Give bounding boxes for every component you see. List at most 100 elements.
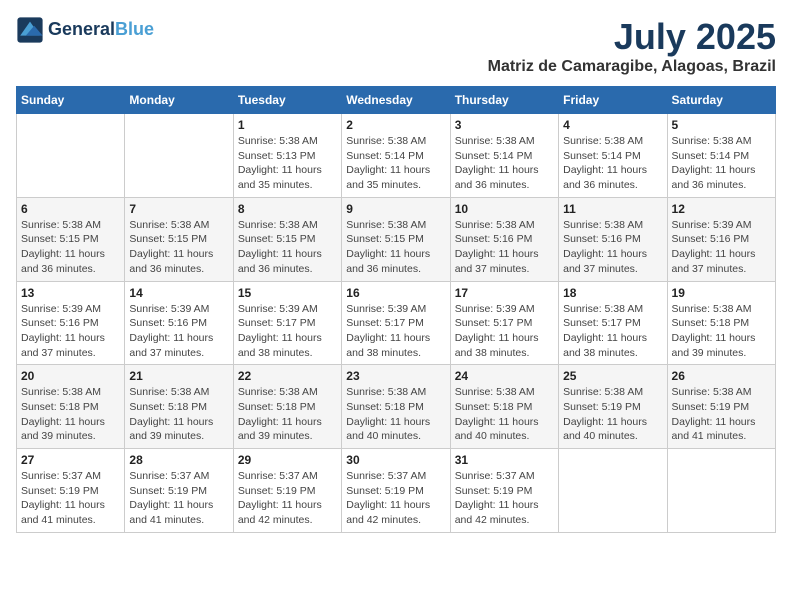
weekday-header-cell: Monday [125, 87, 233, 114]
day-number: 8 [238, 202, 337, 216]
day-info: Sunrise: 5:38 AM Sunset: 5:18 PM Dayligh… [672, 302, 771, 361]
day-info: Sunrise: 5:39 AM Sunset: 5:16 PM Dayligh… [129, 302, 228, 361]
day-info: Sunrise: 5:38 AM Sunset: 5:14 PM Dayligh… [563, 134, 662, 193]
weekday-header-cell: Friday [559, 87, 667, 114]
weekday-header-cell: Sunday [17, 87, 125, 114]
day-info: Sunrise: 5:38 AM Sunset: 5:18 PM Dayligh… [455, 385, 554, 444]
day-number: 28 [129, 453, 228, 467]
day-number: 29 [238, 453, 337, 467]
day-number: 21 [129, 369, 228, 383]
calendar-cell: 8 Sunrise: 5:38 AM Sunset: 5:15 PM Daylig… [233, 197, 341, 281]
day-number: 6 [21, 202, 120, 216]
calendar-cell: 9Sunrise: 5:38 AM Sunset: 5:15 PM Daylig… [342, 197, 450, 281]
calendar-cell: 20Sunrise: 5:38 AM Sunset: 5:18 PM Dayli… [17, 365, 125, 449]
day-info: Sunrise: 5:38 AM Sunset: 5:19 PM Dayligh… [563, 385, 662, 444]
day-number: 12 [672, 202, 771, 216]
day-info: Sunrise: 5:39 AM Sunset: 5:17 PM Dayligh… [238, 302, 337, 361]
calendar-cell: 2 Sunrise: 5:38 AM Sunset: 5:14 PM Daylig… [342, 114, 450, 198]
day-info: Sunrise: 5:39 AM Sunset: 5:16 PM Dayligh… [21, 302, 120, 361]
day-info: Sunrise: 5:38 AM Sunset: 5:18 PM Dayligh… [346, 385, 445, 444]
calendar-cell: 16 Sunrise: 5:39 AM Sunset: 5:17 PM Dayli… [342, 281, 450, 365]
day-number: 16 [346, 286, 445, 300]
day-number: 23 [346, 369, 445, 383]
calendar-cell [17, 114, 125, 198]
day-number: 25 [563, 369, 662, 383]
calendar-cell: 25 Sunrise: 5:38 AM Sunset: 5:19 PM Dayli… [559, 365, 667, 449]
day-number: 31 [455, 453, 554, 467]
calendar-cell: 21 Sunrise: 5:38 AM Sunset: 5:18 PM Dayli… [125, 365, 233, 449]
day-number: 17 [455, 286, 554, 300]
day-info: Sunrise: 5:37 AM Sunset: 5:19 PM Dayligh… [346, 469, 445, 528]
calendar-cell [667, 449, 775, 533]
day-number: 24 [455, 369, 554, 383]
day-number: 11 [563, 202, 662, 216]
day-info: Sunrise: 5:39 AM Sunset: 5:17 PM Dayligh… [455, 302, 554, 361]
day-number: 2 [346, 118, 445, 132]
day-info: Sunrise: 5:38 AM Sunset: 5:15 PM Dayligh… [129, 218, 228, 277]
day-info: Sunrise: 5:37 AM Sunset: 5:19 PM Dayligh… [455, 469, 554, 528]
calendar-week-row: 20 Sunrise: 5:38 AM Sunset: 5:18 PM Dayli… [17, 365, 776, 449]
calendar-cell: 17 Sunrise: 5:39 AM Sunset: 5:17 PM Dayli… [450, 281, 558, 365]
calendar-cell: 29 Sunrise: 5:37 AM Sunset: 5:19 PM Dayli… [233, 449, 341, 533]
calendar-cell: 22 Sunrise: 5:38 AM Sunset: 5:18 PM Dayli… [233, 365, 341, 449]
calendar-cell: 26 Sunrise: 5:38 AM Sunset: 5:19 PM Dayli… [667, 365, 775, 449]
calendar-cell: 7 Sunrise: 5:38 AM Sunset: 5:15 PM Daylig… [125, 197, 233, 281]
day-number: 19 [672, 286, 771, 300]
header: GeneralBlue July 2025 Matriz de Camaragi… [16, 16, 776, 76]
day-number: 27 [21, 453, 120, 467]
day-number: 30 [346, 453, 445, 467]
day-info: Sunrise: 5:39 AM Sunset: 5:17 PM Dayligh… [346, 302, 445, 361]
day-info: Sunrise: 5:37 AM Sunset: 5:19 PM Dayligh… [238, 469, 337, 528]
weekday-header-cell: Saturday [667, 87, 775, 114]
day-info: Sunrise: 5:38 AM Sunset: 5:15 PM Dayligh… [21, 218, 120, 277]
calendar-cell: 15 Sunrise: 5:39 AM Sunset: 5:17 PM Dayli… [233, 281, 341, 365]
calendar-cell [125, 114, 233, 198]
calendar-cell: 12Sunrise: 5:39 AM Sunset: 5:16 PM Dayli… [667, 197, 775, 281]
calendar-cell [559, 449, 667, 533]
weekday-header-cell: Thursday [450, 87, 558, 114]
day-info: Sunrise: 5:38 AM Sunset: 5:15 PM Dayligh… [346, 218, 445, 277]
day-number: 10 [455, 202, 554, 216]
calendar-cell: 30 Sunrise: 5:37 AM Sunset: 5:19 PM Dayli… [342, 449, 450, 533]
day-info: Sunrise: 5:38 AM Sunset: 5:13 PM Dayligh… [238, 134, 337, 193]
calendar-body: 1Sunrise: 5:38 AM Sunset: 5:13 PM Daylig… [17, 114, 776, 533]
calendar-cell: 13 Sunrise: 5:39 AM Sunset: 5:16 PM Dayli… [17, 281, 125, 365]
calendar-cell: 3 Sunrise: 5:38 AM Sunset: 5:14 PM Daylig… [450, 114, 558, 198]
day-number: 15 [238, 286, 337, 300]
day-info: Sunrise: 5:38 AM Sunset: 5:19 PM Dayligh… [672, 385, 771, 444]
month-title: July 2025 [488, 16, 776, 58]
day-number: 3 [455, 118, 554, 132]
day-number: 5 [672, 118, 771, 132]
calendar-week-row: 6 Sunrise: 5:38 AM Sunset: 5:15 PM Daylig… [17, 197, 776, 281]
day-number: 20 [21, 369, 120, 383]
day-info: Sunrise: 5:38 AM Sunset: 5:15 PM Dayligh… [238, 218, 337, 277]
day-info: Sunrise: 5:37 AM Sunset: 5:19 PM Dayligh… [129, 469, 228, 528]
calendar-cell: 14 Sunrise: 5:39 AM Sunset: 5:16 PM Dayli… [125, 281, 233, 365]
day-info: Sunrise: 5:38 AM Sunset: 5:18 PM Dayligh… [238, 385, 337, 444]
day-info: Sunrise: 5:38 AM Sunset: 5:14 PM Dayligh… [346, 134, 445, 193]
day-info: Sunrise: 5:38 AM Sunset: 5:16 PM Dayligh… [563, 218, 662, 277]
day-number: 14 [129, 286, 228, 300]
calendar-cell: 10Sunrise: 5:38 AM Sunset: 5:16 PM Dayli… [450, 197, 558, 281]
location-title: Matriz de Camaragibe, Alagoas, Brazil [488, 58, 776, 76]
day-number: 22 [238, 369, 337, 383]
day-info: Sunrise: 5:38 AM Sunset: 5:14 PM Dayligh… [455, 134, 554, 193]
calendar-cell: 4Sunrise: 5:38 AM Sunset: 5:14 PM Daylig… [559, 114, 667, 198]
calendar-cell: 28 Sunrise: 5:37 AM Sunset: 5:19 PM Dayli… [125, 449, 233, 533]
calendar-week-row: 13 Sunrise: 5:39 AM Sunset: 5:16 PM Dayli… [17, 281, 776, 365]
calendar-cell: 19 Sunrise: 5:38 AM Sunset: 5:18 PM Dayli… [667, 281, 775, 365]
calendar-cell: 11 Sunrise: 5:38 AM Sunset: 5:16 PM Dayli… [559, 197, 667, 281]
weekday-header-cell: Wednesday [342, 87, 450, 114]
day-number: 7 [129, 202, 228, 216]
calendar-table: SundayMondayTuesdayWednesdayThursdayFrid… [16, 86, 776, 533]
calendar-cell: 24 Sunrise: 5:38 AM Sunset: 5:18 PM Dayli… [450, 365, 558, 449]
day-info: Sunrise: 5:38 AM Sunset: 5:18 PM Dayligh… [129, 385, 228, 444]
day-info: Sunrise: 5:38 AM Sunset: 5:14 PM Dayligh… [672, 134, 771, 193]
day-number: 13 [21, 286, 120, 300]
calendar-cell: 6 Sunrise: 5:38 AM Sunset: 5:15 PM Daylig… [17, 197, 125, 281]
weekday-header-row: SundayMondayTuesdayWednesdayThursdayFrid… [17, 87, 776, 114]
day-number: 18 [563, 286, 662, 300]
day-info: Sunrise: 5:37 AM Sunset: 5:19 PM Dayligh… [21, 469, 120, 528]
title-area: July 2025 Matriz de Camaragibe, Alagoas,… [488, 16, 776, 76]
day-number: 26 [672, 369, 771, 383]
